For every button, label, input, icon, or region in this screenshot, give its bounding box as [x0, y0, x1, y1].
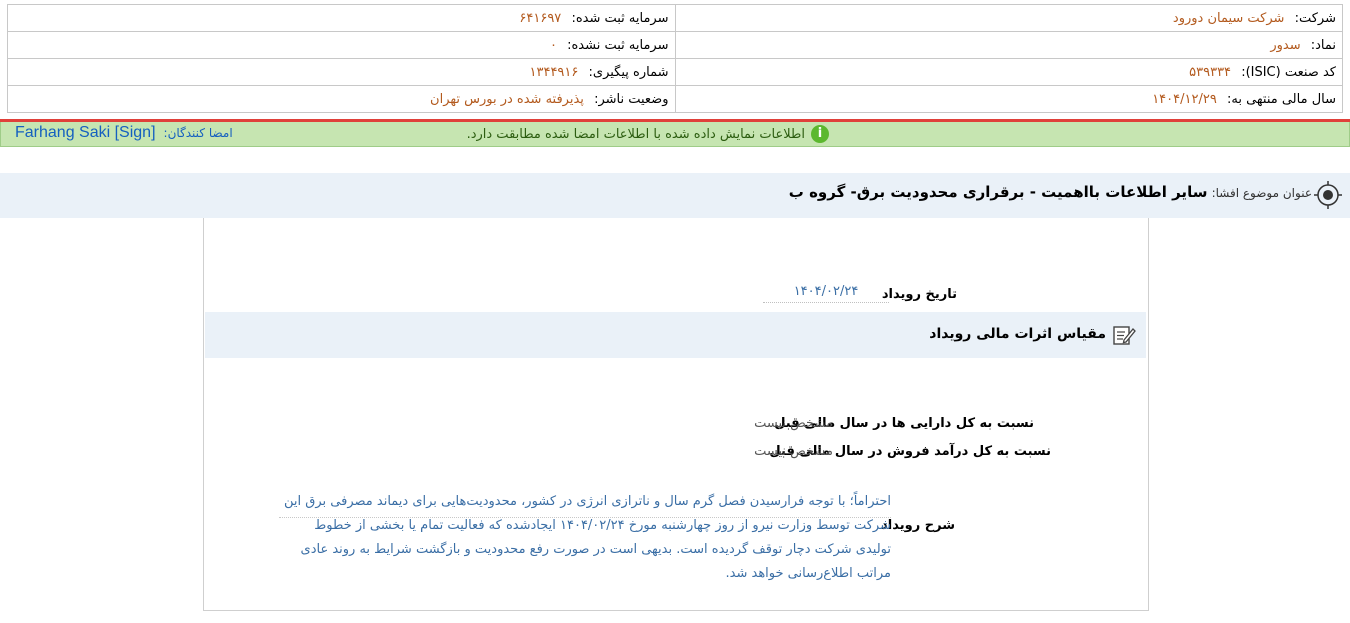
verification-text: اطلاعات نمایش داده شده با اطلاعات امضا ش… — [466, 126, 805, 142]
financial-effects-header: مقیاس اثرات مالی رویداد — [205, 312, 1146, 358]
isic-cell: کد صنعت (ISIC): ۵۳۹۳۳۴ — [674, 58, 1343, 86]
capital-unregistered-cell: سرمایه ثبت نشده: ۰ — [7, 31, 676, 59]
publisher-status-label: وضعیت ناشر: — [594, 91, 669, 107]
topic-text: عنوان موضوع افشا: سایر اطلاعات بااهمیت -… — [789, 183, 1312, 201]
section-title: مقیاس اثرات مالی رویداد — [929, 326, 1106, 342]
capital-unregistered-label: سرمایه ثبت نشده: — [567, 37, 669, 53]
publisher-status-cell: وضعیت ناشر: پذیرفته شده در بورس تهران — [7, 85, 676, 113]
company-label: شرکت: — [1294, 10, 1336, 26]
edit-document-icon — [1113, 326, 1136, 345]
symbol-value: سدور — [1270, 37, 1301, 53]
info-icon: i — [811, 125, 829, 143]
tracking-label: شماره پیگیری: — [588, 64, 669, 80]
info-row: شرکت: شرکت سیمان دورود سرمایه ثبت شده: ۶… — [7, 4, 1343, 32]
isic-value: ۵۳۹۳۳۴ — [1189, 64, 1232, 80]
symbol-cell: نماد: سدور — [674, 31, 1343, 59]
company-value: شرکت سیمان دورود — [1172, 10, 1285, 26]
capital-registered-value: ۶۴۱۶۹۷ — [519, 10, 562, 26]
event-date-value: ۱۴۰۴/۰۲/۲۴ — [763, 284, 889, 303]
assets-ratio-value: مشخص نیست — [754, 416, 833, 431]
fiscal-year-value: ۱۴۰۴/۱۲/۲۹ — [1152, 91, 1217, 107]
event-date-label: تاریخ رویداد — [881, 287, 957, 302]
publisher-status-value: پذیرفته شده در بورس تهران — [430, 91, 584, 107]
signers: امضا کنندگان: Farhang Saki [Sign] — [15, 124, 233, 142]
revenue-ratio-value: مشخص نیست — [754, 444, 833, 459]
capital-registered-label: سرمایه ثبت شده: — [571, 10, 669, 26]
target-icon — [1314, 181, 1342, 209]
description-label: شرح رویداد — [881, 518, 955, 533]
topic-value: سایر اطلاعات بااهمیت - برقراری محدودیت ب… — [788, 183, 1208, 201]
tracking-value: ۱۳۴۴۹۱۶ — [529, 64, 579, 80]
company-info-table: شرکت: شرکت سیمان دورود سرمایه ثبت شده: ۶… — [7, 4, 1343, 113]
disclosure-topic-bar: عنوان موضوع افشا: سایر اطلاعات بااهمیت -… — [0, 173, 1350, 218]
capital-unregistered-value: ۰ — [549, 37, 557, 53]
isic-label: کد صنعت (ISIC): — [1241, 64, 1336, 80]
tracking-cell: شماره پیگیری: ۱۳۴۴۹۱۶ — [7, 58, 676, 86]
symbol-label: نماد: — [1310, 37, 1336, 53]
company-cell: شرکت: شرکت سیمان دورود — [674, 4, 1343, 32]
verification-message: i اطلاعات نمایش داده شده با اطلاعات امضا… — [467, 125, 829, 143]
signer-name[interactable]: Farhang Saki [Sign] — [15, 124, 156, 142]
event-content: تاریخ رویداد ۱۴۰۴/۰۲/۲۴ مقیاس اثرات مالی… — [203, 218, 1149, 611]
info-row: نماد: سدور سرمایه ثبت نشده: ۰ — [7, 31, 1343, 59]
capital-registered-cell: سرمایه ثبت شده: ۶۴۱۶۹۷ — [7, 4, 676, 32]
fiscal-year-cell: سال مالی منتهی به: ۱۴۰۴/۱۲/۲۹ — [674, 85, 1343, 113]
description-text: احتراماً؛ با توجه فرارسیدن فصل گرم سال و… — [284, 494, 891, 581]
info-row: کد صنعت (ISIC): ۵۳۹۳۳۴ شماره پیگیری: ۱۳۴… — [7, 58, 1343, 86]
signature-bar: i اطلاعات نمایش داده شده با اطلاعات امضا… — [0, 122, 1350, 147]
fiscal-year-label: سال مالی منتهی به: — [1226, 91, 1336, 107]
signers-label: امضا کنندگان: — [163, 126, 233, 140]
info-row: سال مالی منتهی به: ۱۴۰۴/۱۲/۲۹ وضعیت ناشر… — [7, 85, 1343, 113]
topic-label: عنوان موضوع افشا: — [1211, 186, 1312, 200]
